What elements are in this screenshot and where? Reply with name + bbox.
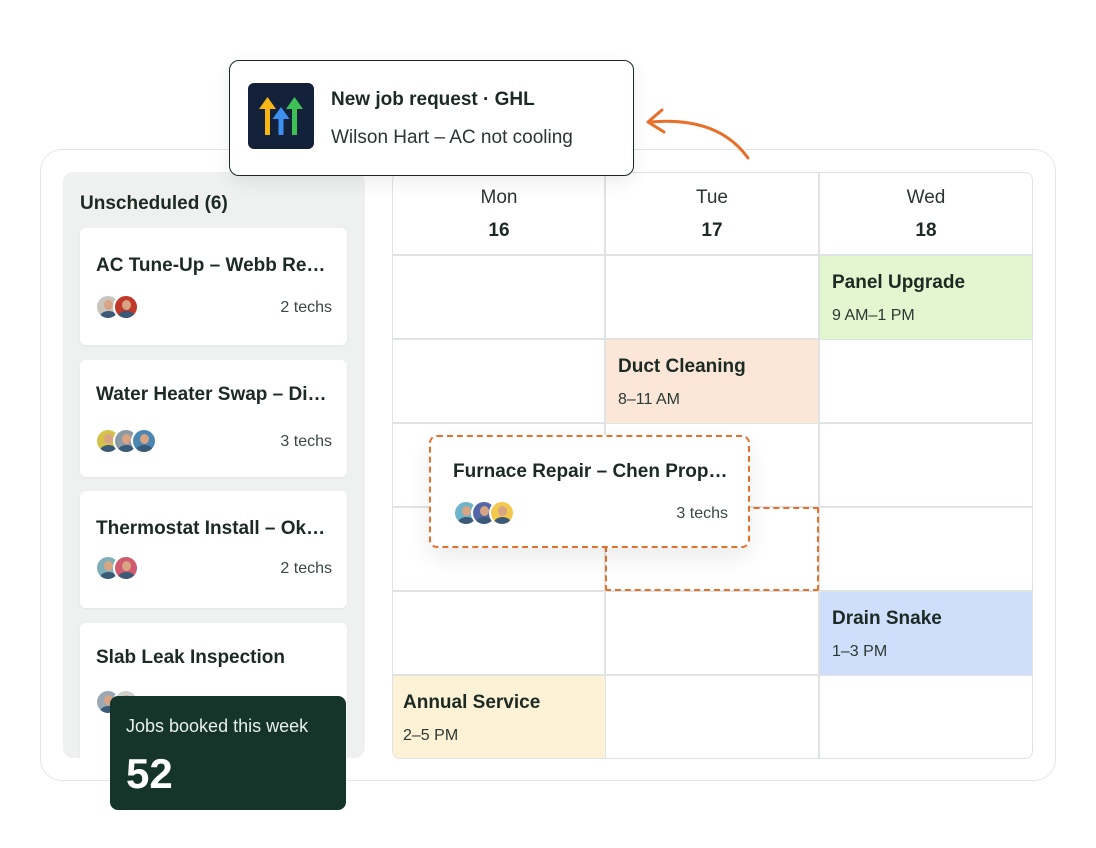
event-title: Panel Upgrade <box>832 272 966 293</box>
event-time: 8–11 AM <box>618 391 680 408</box>
unscheduled-job-card[interactable]: Water Heater Swap – Dixon Home 3 techs <box>80 360 347 477</box>
avatar <box>113 294 139 320</box>
event-time: 1–3 PM <box>832 643 888 660</box>
event-time: 9 AM–1 PM <box>832 307 915 324</box>
calendar-event[interactable]: Panel Upgrade 9 AM–1 PM <box>820 256 1032 339</box>
stat-label: Jobs booked this week <box>126 716 309 736</box>
unscheduled-job-card[interactable]: Thermostat Install – Okafor Residence 2 … <box>80 491 347 608</box>
tech-avatars <box>95 294 139 320</box>
day-header-date: 18 <box>915 220 937 241</box>
day-header-date: 17 <box>701 220 723 241</box>
event-title: Duct Cleaning <box>618 356 746 377</box>
day-header-name: Wed <box>906 187 946 208</box>
notification-title: New job request · GHL <box>331 89 535 110</box>
calendar-event[interactable]: Annual Service 2–5 PM <box>393 676 605 758</box>
unscheduled-title: Unscheduled (6) <box>80 193 228 214</box>
tech-avatars <box>95 555 139 581</box>
event-time: 2–5 PM <box>403 727 459 744</box>
dragging-job-card[interactable]: Furnace Repair – Chen Properties 3 techs <box>429 435 750 548</box>
event-title: Annual Service <box>403 692 541 713</box>
notification-message: Wilson Hart – AC not cooling <box>331 127 573 148</box>
day-header-name: Tue <box>695 187 729 208</box>
job-card-title: Water Heater Swap – Dixon Home <box>96 384 333 405</box>
job-card-title: Slab Leak Inspection <box>96 647 285 668</box>
job-card-title: Thermostat Install – Okafor Residence <box>96 518 333 539</box>
curved-arrow-icon <box>646 108 750 160</box>
job-request-notification[interactable]: New job request · GHL Wilson Hart – AC n… <box>229 60 634 176</box>
job-card-title: Furnace Repair – Chen Properties <box>453 461 728 482</box>
tech-count: 2 techs <box>280 299 332 316</box>
unscheduled-panel: Unscheduled (6) AC Tune-Up – Webb Reside… <box>63 172 365 758</box>
day-header-name: Mon <box>480 187 518 208</box>
tech-avatars <box>453 500 515 526</box>
calendar-event[interactable]: Duct Cleaning 8–11 AM <box>606 340 818 423</box>
avatar <box>131 428 157 454</box>
tech-avatars <box>95 428 157 454</box>
calendar-event[interactable]: Drain Snake 1–3 PM <box>820 592 1032 675</box>
avatar <box>489 500 515 526</box>
tech-count: 3 techs <box>676 505 728 522</box>
tech-count: 3 techs <box>280 433 332 450</box>
ghl-logo-icon <box>248 83 314 149</box>
avatar <box>113 555 139 581</box>
stat-value: 52 <box>126 750 173 797</box>
ghl-arrows-icon <box>259 97 303 135</box>
tech-count: 2 techs <box>280 560 332 577</box>
job-card-title: AC Tune-Up – Webb Residence <box>96 255 333 276</box>
event-title: Drain Snake <box>832 608 942 629</box>
day-header-date: 16 <box>488 220 510 241</box>
unscheduled-job-card[interactable]: AC Tune-Up – Webb Residence 2 techs <box>80 228 347 345</box>
jobs-booked-stat: Jobs booked this week 52 <box>110 696 346 810</box>
